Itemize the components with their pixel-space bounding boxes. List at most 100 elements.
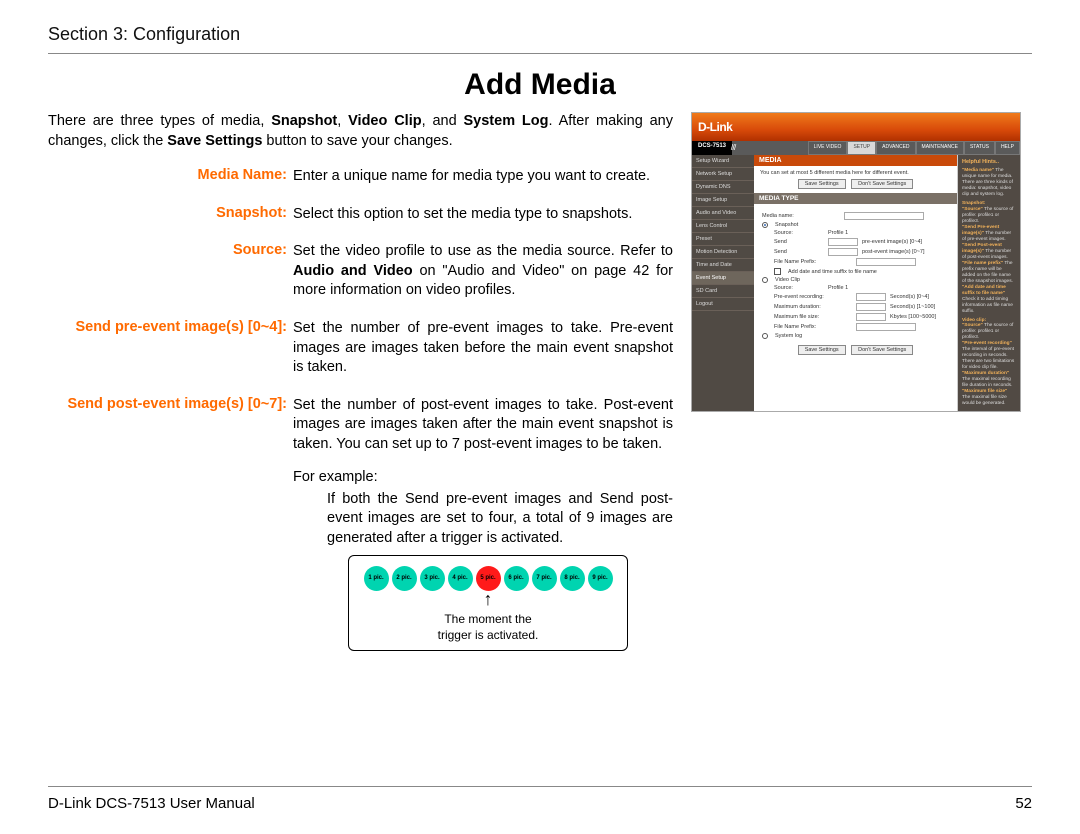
intro-bold: Snapshot xyxy=(271,113,337,129)
dont-save-button[interactable]: Don't Save Settings xyxy=(851,179,913,189)
post-image-dot: 9 pic. xyxy=(588,566,613,591)
example-body: If both the Send pre-event images and Se… xyxy=(293,490,673,549)
side-audio-video[interactable]: Audio and Video xyxy=(692,207,754,220)
vsource-label: Source: xyxy=(774,285,824,291)
side-lens-control[interactable]: Lens Control xyxy=(692,220,754,233)
media-note-row: You can set at most 5 different media he… xyxy=(754,166,957,193)
diagram-caption: The moment the xyxy=(357,612,619,626)
maxdur-input[interactable] xyxy=(856,303,886,311)
snapshot-radio[interactable] xyxy=(762,222,768,228)
side-motion-detection[interactable]: Motion Detection xyxy=(692,246,754,259)
screenshot-body: Setup Wizard Network Setup Dynamic DNS I… xyxy=(692,155,1020,411)
media-name-label: Media name: xyxy=(762,213,840,219)
def-label: Media Name: xyxy=(48,167,293,187)
page-footer: D-Link DCS-7513 User Manual 52 xyxy=(48,786,1032,812)
syslog-label: System log xyxy=(775,333,802,339)
send-post-label: Send xyxy=(774,249,824,255)
post-count-input[interactable] xyxy=(828,248,858,256)
side-dynamic-dns[interactable]: Dynamic DNS xyxy=(692,181,754,194)
hint-item: "Send Post-event image(s)" The number of… xyxy=(962,243,1016,261)
save-settings-button-bottom[interactable]: Save Settings xyxy=(798,345,846,355)
pre-count-input[interactable] xyxy=(828,238,858,246)
video-radio[interactable] xyxy=(762,277,768,283)
def-post-event: Send post-event image(s) [0~7]: Set the … xyxy=(48,396,673,549)
file-prefix-input[interactable] xyxy=(856,258,916,266)
def-bold: Audio and Video xyxy=(293,263,413,279)
maxsize-suffix: Kbytes [100~5000] xyxy=(890,314,936,320)
post-image-dot: 8 pic. xyxy=(560,566,585,591)
maxdur-label: Maximum duration: xyxy=(774,304,852,310)
trigger-diagram: 1 pic. 2 pic. 3 pic. 4 pic. 5 pic. 6 pic… xyxy=(348,555,628,651)
left-column: There are three types of media, Snapshot… xyxy=(48,112,673,651)
main-columns: There are three types of media, Snapshot… xyxy=(48,112,1032,651)
def-media-name: Media Name: Enter a unique name for medi… xyxy=(48,167,673,187)
pre-image-dot: 1 pic. xyxy=(364,566,389,591)
tab-live-video[interactable]: LIVE VIDEO xyxy=(808,141,848,155)
post-suffix: post-event image(s) [0~7] xyxy=(862,249,925,255)
side-image-setup[interactable]: Image Setup xyxy=(692,194,754,207)
hint-item: "Media name" The unique name for media. … xyxy=(962,168,1016,198)
send-pre-label: Send xyxy=(774,239,824,245)
media-name-input[interactable] xyxy=(844,212,924,220)
center-panel: MEDIA You can set at most 5 different me… xyxy=(754,155,958,411)
trigger-image-dot: 5 pic. xyxy=(476,566,501,591)
def-body: Set the number of post-event images to t… xyxy=(293,396,673,549)
video-label: Video Clip xyxy=(775,277,800,283)
tab-maintenance[interactable]: MAINTENANCE xyxy=(916,141,964,155)
vfile-prefix-label: File Name Prefix: xyxy=(774,324,852,330)
tab-setup[interactable]: SETUP xyxy=(847,141,876,155)
hint-item: "Add date and time suffix to file name" … xyxy=(962,285,1016,315)
post-image-dot: 6 pic. xyxy=(504,566,529,591)
intro-text: There are three types of media, xyxy=(48,113,271,129)
def-body: Enter a unique name for media type you w… xyxy=(293,167,673,187)
intro-text: , xyxy=(337,113,348,129)
def-label: Snapshot: xyxy=(48,205,293,225)
side-sd-card[interactable]: SD Card xyxy=(692,285,754,298)
hint-item: "Maximum duration" The maximal recording… xyxy=(962,371,1016,389)
post-image-dot: 7 pic. xyxy=(532,566,557,591)
trigger-arrow: ↑ xyxy=(357,593,619,610)
pre-image-dot: 2 pic. xyxy=(392,566,417,591)
syslog-radio[interactable] xyxy=(762,333,768,339)
def-label: Send post-event image(s) [0~7]: xyxy=(48,396,293,549)
hint-item: "Source" The source of profile: profile1… xyxy=(962,323,1016,341)
side-event-setup[interactable]: Event Setup xyxy=(692,272,754,285)
side-nav: Setup Wizard Network Setup Dynamic DNS I… xyxy=(692,155,754,411)
intro-text: button to save your changes. xyxy=(262,133,452,149)
definition-list: Media Name: Enter a unique name for medi… xyxy=(48,167,673,548)
vsource-value: Profile 1 xyxy=(828,285,848,291)
pre-image-dot: 4 pic. xyxy=(448,566,473,591)
dont-save-button-bottom[interactable]: Don't Save Settings xyxy=(851,345,913,355)
media-note: You can set at most 5 different media he… xyxy=(760,170,951,176)
top-nav: DCS-7513 / / / LIVE VIDEO SETUP ADVANCED… xyxy=(692,141,1020,155)
vfile-prefix-input[interactable] xyxy=(856,323,916,331)
hint-item: "File name prefix" The prefix name will … xyxy=(962,261,1016,285)
save-settings-button[interactable]: Save Settings xyxy=(798,179,846,189)
add-date-checkbox[interactable] xyxy=(774,268,781,275)
tab-advanced[interactable]: ADVANCED xyxy=(876,141,915,155)
tab-status[interactable]: STATUS xyxy=(964,141,995,155)
source-value: Profile 1 xyxy=(828,230,848,236)
page-number: 52 xyxy=(1015,795,1032,812)
def-body: Select this option to set the media type… xyxy=(293,205,673,225)
def-text: Set the video profile to use as the medi… xyxy=(293,243,673,259)
page-title: Add Media xyxy=(48,68,1032,102)
prerec-input[interactable] xyxy=(856,293,886,301)
add-date-label: Add date and time suffix to file name xyxy=(788,269,877,275)
side-logout[interactable]: Logout xyxy=(692,298,754,311)
side-preset[interactable]: Preset xyxy=(692,233,754,246)
brand-banner: D-Link xyxy=(692,113,1020,141)
def-body: Set the number of pre-event images to ta… xyxy=(293,319,673,378)
maxsize-input[interactable] xyxy=(856,313,886,321)
side-network-setup[interactable]: Network Setup xyxy=(692,168,754,181)
def-snapshot: Snapshot: Select this option to set the … xyxy=(48,205,673,225)
manual-page: Section 3: Configuration Add Media There… xyxy=(0,0,1080,834)
hint-item: "Send Pre-event image(s)" The number of … xyxy=(962,225,1016,243)
file-prefix-label: File Name Prefix: xyxy=(774,259,852,265)
def-body: Set the video profile to use as the medi… xyxy=(293,242,673,301)
intro-paragraph: There are three types of media, Snapshot… xyxy=(48,112,673,151)
side-time-date[interactable]: Time and Date xyxy=(692,259,754,272)
intro-bold: Save Settings xyxy=(167,133,262,149)
tab-help[interactable]: HELP xyxy=(995,141,1020,155)
side-setup-wizard[interactable]: Setup Wizard xyxy=(692,155,754,168)
